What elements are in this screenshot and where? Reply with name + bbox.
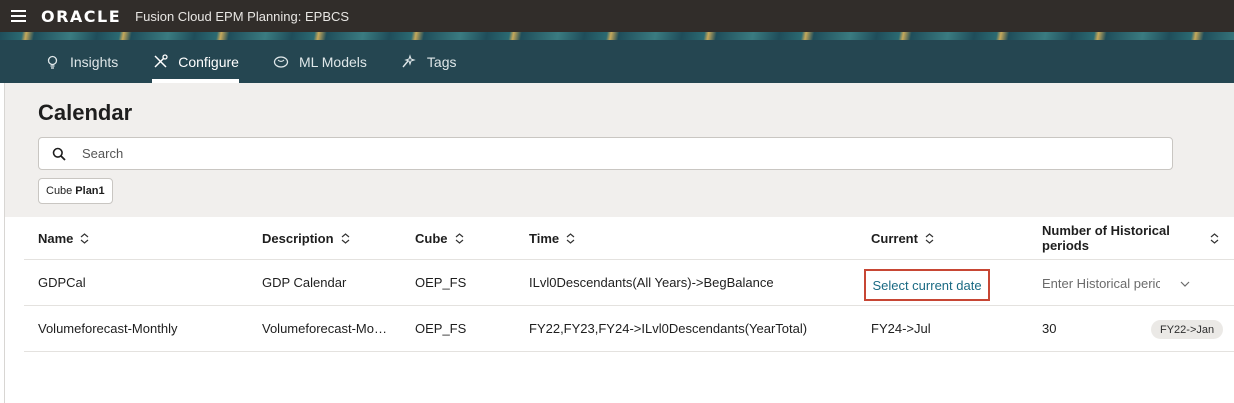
sort-icon[interactable]: [80, 232, 89, 244]
tab-configure[interactable]: Configure: [152, 40, 239, 83]
tab-tags-label: Tags: [426, 53, 457, 70]
app-title: Fusion Cloud EPM Planning: EPBCS: [135, 8, 350, 24]
tab-ml-models-label: ML Models: [298, 53, 367, 70]
tab-insights[interactable]: Insights: [44, 40, 118, 83]
tab-configure-label: Configure: [178, 53, 239, 70]
calendar-table: Name Description Cube Time Current Numbe…: [24, 217, 1234, 352]
cell-description: Volumeforecast-Mo…: [262, 321, 387, 336]
tab-ml-models[interactable]: ML Models: [273, 40, 367, 83]
filter-chip-value: Plan1: [75, 185, 105, 197]
cell-historical-periods: 30: [1042, 321, 1057, 336]
cell-description: GDP Calendar: [262, 275, 347, 290]
sort-icon[interactable]: [925, 232, 934, 244]
sort-icon[interactable]: [455, 232, 464, 244]
column-header-description[interactable]: Description: [262, 217, 350, 259]
historical-periods-placeholder: Enter Historical peric: [1042, 275, 1160, 291]
column-header-cube[interactable]: Cube: [415, 217, 464, 259]
sort-icon[interactable]: [1210, 217, 1219, 259]
cell-cube: OEP_FS: [415, 321, 467, 336]
sort-icon[interactable]: [341, 232, 350, 244]
column-header-historical-periods[interactable]: Number of Historical periods: [1042, 217, 1192, 259]
chevron-down-icon[interactable]: [1180, 276, 1190, 290]
lightbulb-icon: [44, 55, 60, 69]
cell-cube: OEP_FS: [415, 275, 467, 290]
left-divider: [4, 83, 5, 403]
cell-name: GDPCal: [38, 275, 86, 290]
cell-name: Volumeforecast-Monthly: [38, 321, 178, 336]
search-box[interactable]: [38, 137, 1173, 170]
cell-current: FY24->Jul: [871, 321, 931, 336]
filter-chip-label: Cube: [46, 185, 73, 197]
sort-icon[interactable]: [566, 232, 575, 244]
oracle-logo: ORACLE: [41, 6, 122, 26]
table-row[interactable]: GDPCal GDP Calendar OEP_FS ILvl0Descenda…: [24, 260, 1234, 306]
historical-periods-select[interactable]: Enter Historical peric: [1042, 268, 1207, 298]
tools-icon: [152, 54, 168, 69]
cell-time: ILvl0Descendants(All Years)->BegBalance: [529, 275, 774, 290]
tab-insights-label: Insights: [70, 53, 119, 70]
brain-icon: [273, 55, 289, 69]
hamburger-menu-icon[interactable]: [0, 0, 36, 32]
column-header-name[interactable]: Name: [38, 217, 89, 259]
table-row[interactable]: Volumeforecast-Monthly Volumeforecast-Mo…: [24, 306, 1234, 352]
select-current-date-button[interactable]: Select current date: [864, 269, 990, 301]
search-icon: [39, 147, 79, 161]
column-header-time[interactable]: Time: [529, 217, 575, 259]
decorative-banner: [0, 32, 1234, 40]
search-input[interactable]: [82, 146, 1082, 161]
page-title: Calendar: [38, 100, 133, 125]
tab-tags[interactable]: Tags: [401, 40, 457, 83]
historical-start-badge: FY22->Jan: [1151, 320, 1224, 339]
top-header-bar: ORACLE Fusion Cloud EPM Planning: EPBCS: [0, 0, 1234, 32]
filter-chip-cube[interactable]: Cube Plan1: [38, 178, 113, 204]
column-header-current[interactable]: Current: [871, 217, 934, 259]
table-header-row: Name Description Cube Time Current Numbe…: [24, 217, 1234, 260]
cell-time: FY22,FY23,FY24->ILvl0Descendants(YearTot…: [529, 321, 808, 336]
sparkle-tag-icon: [401, 54, 417, 69]
nav-tabs: Insights Configure ML Models Tags: [0, 40, 1234, 83]
